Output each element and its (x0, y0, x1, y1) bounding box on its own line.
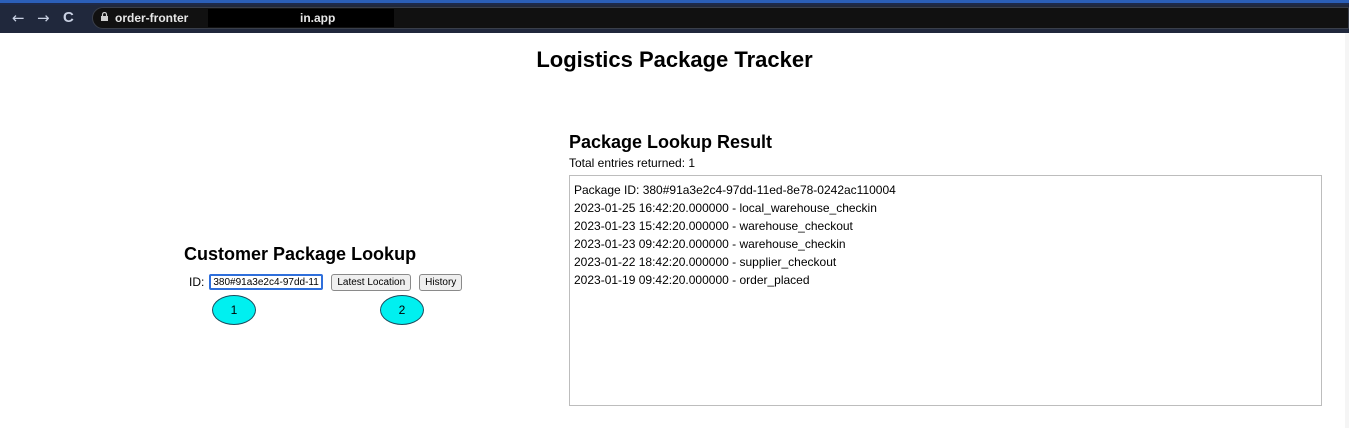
forward-arrow-icon[interactable]: → (37, 9, 50, 27)
lock-icon (101, 12, 108, 21)
history-button[interactable]: History (419, 273, 463, 291)
result-textarea[interactable]: Package ID: 380#91a3e2c4-97dd-11ed-8e78-… (569, 175, 1322, 406)
package-id-input[interactable] (209, 274, 324, 290)
annotation-marker-1: 1 (212, 295, 256, 325)
lookup-heading: Customer Package Lookup (184, 244, 417, 264)
result-heading: Package Lookup Result (569, 132, 773, 152)
page-scrollbar[interactable] (1345, 33, 1349, 428)
id-row: ID: Latest Location History (189, 273, 470, 291)
address-bar[interactable]: order-fronter in.app (92, 7, 1349, 29)
latest-location-button[interactable]: Latest Location (331, 273, 412, 291)
id-label: ID: (189, 275, 205, 289)
reload-icon[interactable]: C (63, 9, 74, 27)
result-line: 2023-01-23 15:42:20.000000 - warehouse_c… (574, 219, 853, 233)
page-title: Logistics Package Tracker (536, 47, 813, 72)
result-line: 2023-01-25 16:42:20.000000 - local_wareh… (574, 201, 877, 215)
browser-toolbar: ← → C order-fronter in.app (0, 0, 1349, 33)
url-text-suffix: in.app (300, 11, 336, 25)
result-line: 2023-01-19 09:42:20.000000 - order_place… (574, 273, 810, 287)
back-arrow-icon[interactable]: ← (12, 9, 25, 27)
result-count: Total entries returned: 1 (569, 156, 696, 170)
url-text-prefix: order-fronter (115, 11, 189, 25)
annotation-marker-2: 2 (380, 295, 424, 325)
result-line: 2023-01-22 18:42:20.000000 - supplier_ch… (574, 255, 837, 269)
result-line: 2023-01-23 09:42:20.000000 - warehouse_c… (574, 237, 846, 251)
result-line: Package ID: 380#91a3e2c4-97dd-11ed-8e78-… (574, 183, 896, 197)
